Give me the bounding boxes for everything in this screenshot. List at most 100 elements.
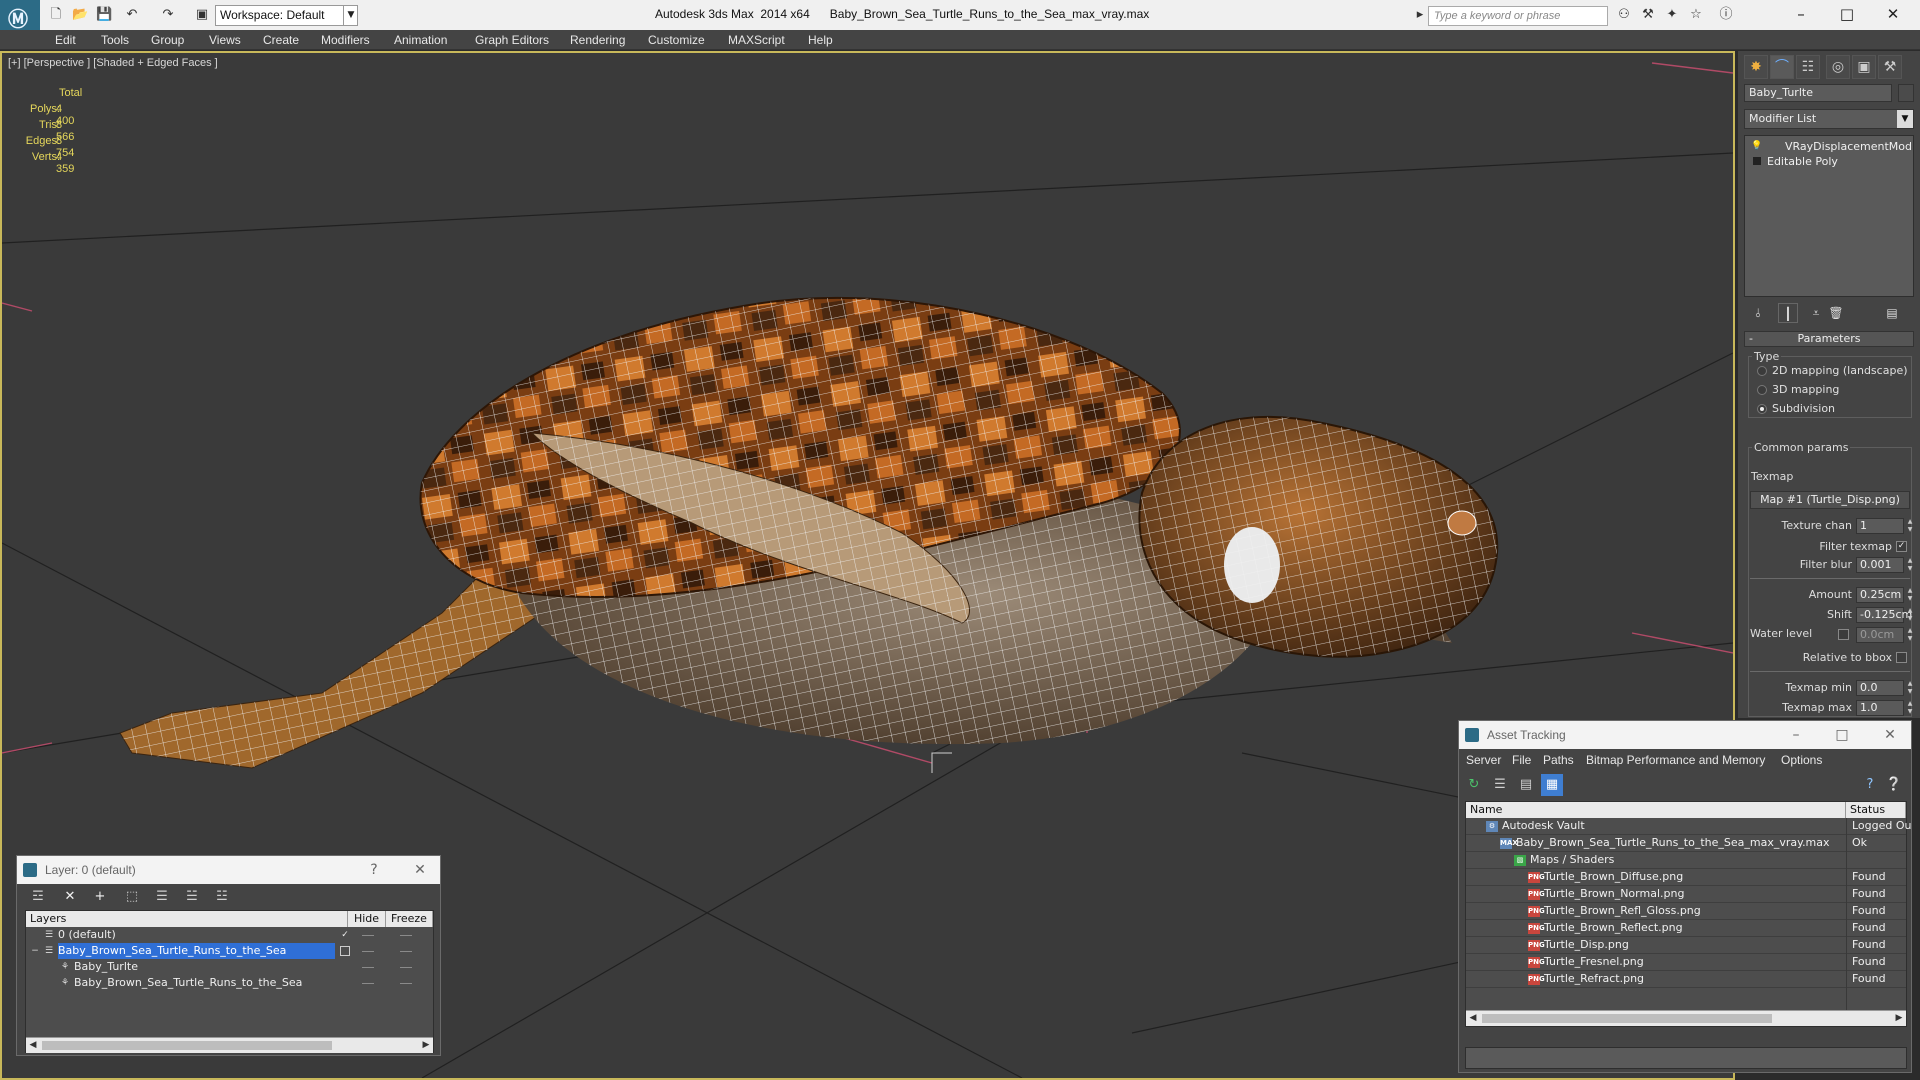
texmap-max-spinner[interactable]: 1.0 (1856, 700, 1904, 716)
horizontal-scrollbar[interactable]: ◀ ▶ (26, 1037, 433, 1053)
object-color-swatch[interactable] (1898, 84, 1914, 102)
layer-row[interactable]: ☰ 0 (default) ✓ (26, 927, 433, 943)
minimize-button[interactable]: – (1778, 0, 1824, 30)
chevron-down-icon[interactable]: ▼ (1897, 110, 1913, 128)
menu-views[interactable]: Views (209, 33, 241, 47)
add-to-layer-icon[interactable]: + (89, 886, 111, 908)
select-objects-icon[interactable]: ⬚ (121, 886, 143, 908)
column-header-status[interactable]: Status (1846, 802, 1906, 818)
asset-menu-bitmap[interactable]: Bitmap Performance and Memory (1586, 753, 1765, 767)
asset-path-field[interactable] (1465, 1047, 1907, 1069)
asset-row[interactable]: PNG Turtle_Brown_Diffuse.png Found (1466, 869, 1906, 886)
water-level-checkbox[interactable] (1838, 629, 1849, 640)
spinner-arrows-icon[interactable]: ▲ ▼ (1906, 518, 1914, 534)
column-header-layers[interactable]: Layers (26, 911, 348, 927)
freeze-toggle[interactable] (400, 983, 412, 984)
create-layer-icon[interactable]: ☲ (27, 886, 49, 908)
grid-view-icon[interactable]: ▦ (1541, 774, 1563, 796)
radio-button[interactable] (1757, 366, 1767, 376)
asset-row[interactable]: PNG Turtle_Brown_Normal.png Found (1466, 886, 1906, 903)
stack-item-editable-poly[interactable]: Editable Poly (1747, 154, 1911, 169)
show-end-result-icon[interactable]: ┃ (1778, 303, 1798, 323)
undo-icon[interactable]: ↶ (124, 7, 140, 23)
favorites-star-icon[interactable]: ☆ (1688, 7, 1704, 23)
chevron-down-icon[interactable]: ▼ (343, 5, 358, 26)
help-button[interactable]: ? (363, 860, 385, 880)
hierarchy-tab-icon[interactable]: ☷ (1796, 55, 1820, 79)
help-icon[interactable]: ? (1859, 774, 1881, 796)
viewport-label[interactable]: [+] [Perspective ] [Shaded + Edged Faces… (8, 57, 218, 69)
menu-maxscript[interactable]: MAXScript (728, 33, 785, 47)
pin-stack-icon[interactable]: ⫰ (1748, 303, 1768, 323)
layer-row[interactable]: ⚘ Baby_Brown_Sea_Turtle_Runs_to_the_Sea (26, 975, 433, 991)
modify-tab-icon[interactable]: ⌒ (1770, 55, 1794, 79)
close-button[interactable]: ✕ (409, 860, 431, 880)
parameters-rollout[interactable]: - Parameters (1744, 331, 1914, 347)
remove-modifier-icon[interactable]: 🗑 (1826, 303, 1846, 323)
expand-arrow-icon[interactable]: ▸ (1412, 7, 1428, 23)
spinner-arrows-icon[interactable]: ▲ ▼ (1906, 627, 1914, 643)
project-folder-icon[interactable]: ▣ (194, 7, 210, 23)
asset-menu-file[interactable]: File (1512, 753, 1531, 767)
create-tab-icon[interactable]: ✸ (1744, 55, 1768, 79)
asset-row[interactable]: ⚙ Autodesk Vault Logged Ou (1466, 818, 1912, 835)
display-tab-icon[interactable]: ▣ (1852, 55, 1876, 79)
freeze-toggle[interactable] (400, 967, 412, 968)
asset-row[interactable]: MAX Baby_Brown_Sea_Turtle_Runs_to_the_Sea… (1466, 835, 1906, 852)
spinner-arrows-icon[interactable]: ▲ ▼ (1906, 587, 1914, 603)
set-active-layer-icon[interactable] (340, 946, 350, 956)
close-button[interactable]: ✕ (1879, 725, 1901, 745)
water-level-spinner[interactable]: 0.0cm (1856, 627, 1904, 643)
menu-rendering[interactable]: Rendering (570, 33, 625, 47)
filter-texmap-checkbox[interactable]: ✓ (1896, 541, 1907, 552)
scroll-right-icon[interactable]: ▶ (419, 1038, 433, 1053)
modifier-list-dropdown[interactable]: Modifier List ▼ (1744, 109, 1914, 129)
dialog-title-bar[interactable]: Asset Tracking – □ ✕ (1459, 721, 1911, 749)
active-layer-check-icon[interactable]: ✓ (340, 930, 350, 940)
menu-edit[interactable]: Edit (55, 33, 76, 47)
menu-help[interactable]: Help (808, 33, 833, 47)
asset-menu-paths[interactable]: Paths (1543, 753, 1574, 767)
hide-all-layers-icon[interactable]: ☱ (181, 886, 203, 908)
menu-create[interactable]: Create (263, 33, 299, 47)
hide-toggle[interactable] (362, 967, 374, 968)
asset-row[interactable]: ▧ Maps / Shaders (1466, 852, 1906, 869)
subscription-icon[interactable]: ⚒ (1640, 7, 1656, 23)
communication-icon[interactable]: ✦ (1664, 7, 1680, 23)
make-unique-icon[interactable]: ⩡ (1806, 303, 1826, 323)
maximize-button[interactable]: □ (1831, 725, 1853, 745)
texture-chan-spinner[interactable]: 1 (1856, 518, 1904, 534)
freeze-toggle[interactable] (400, 951, 412, 952)
context-help-icon[interactable]: ❔ (1883, 774, 1905, 796)
column-header-hide[interactable]: Hide (348, 911, 386, 927)
expand-plus-icon[interactable] (1753, 157, 1761, 165)
relative-bbox-checkbox[interactable] (1896, 652, 1907, 663)
radio-button[interactable] (1757, 385, 1767, 395)
list-view-icon[interactable]: ☰ (1489, 774, 1511, 796)
motion-tab-icon[interactable]: ◎ (1826, 55, 1850, 79)
texmap-min-spinner[interactable]: 0.0 (1856, 680, 1904, 696)
menu-tools[interactable]: Tools (101, 33, 129, 47)
menu-customize[interactable]: Customize (648, 33, 705, 47)
maximize-button[interactable]: □ (1824, 0, 1870, 30)
scroll-thumb[interactable] (1482, 1014, 1772, 1023)
redo-icon[interactable]: ↷ (160, 7, 176, 23)
spinner-arrows-icon[interactable]: ▲ ▼ (1906, 557, 1914, 573)
help-icon[interactable]: ⓘ (1718, 7, 1734, 23)
menu-modifiers[interactable]: Modifiers (321, 33, 370, 47)
configure-sets-icon[interactable]: ▤ (1882, 303, 1902, 323)
refresh-icon[interactable]: ↻ (1463, 774, 1485, 796)
asset-row[interactable]: PNG Turtle_Disp.png Found (1466, 937, 1906, 954)
minimize-button[interactable]: – (1785, 725, 1807, 745)
menu-graph-editors[interactable]: Graph Editors (475, 33, 549, 47)
scroll-left-icon[interactable]: ◀ (26, 1038, 40, 1053)
asset-row[interactable]: PNG Turtle_Fresnel.png Found (1466, 954, 1906, 971)
close-button[interactable]: ✕ (1870, 0, 1916, 30)
asset-row[interactable]: PNG Turtle_Refract.png Found (1466, 971, 1906, 988)
layer-row[interactable]: ⚘ Baby_Turlte (26, 959, 433, 975)
app-logo-button[interactable]: Ⓜ (0, 0, 40, 31)
table-view-icon[interactable]: ▤ (1515, 774, 1537, 796)
scroll-right-icon[interactable]: ▶ (1892, 1011, 1906, 1026)
filter-blur-spinner[interactable]: 0.001 (1856, 557, 1904, 573)
spinner-arrows-icon[interactable]: ▲ ▼ (1906, 700, 1914, 716)
